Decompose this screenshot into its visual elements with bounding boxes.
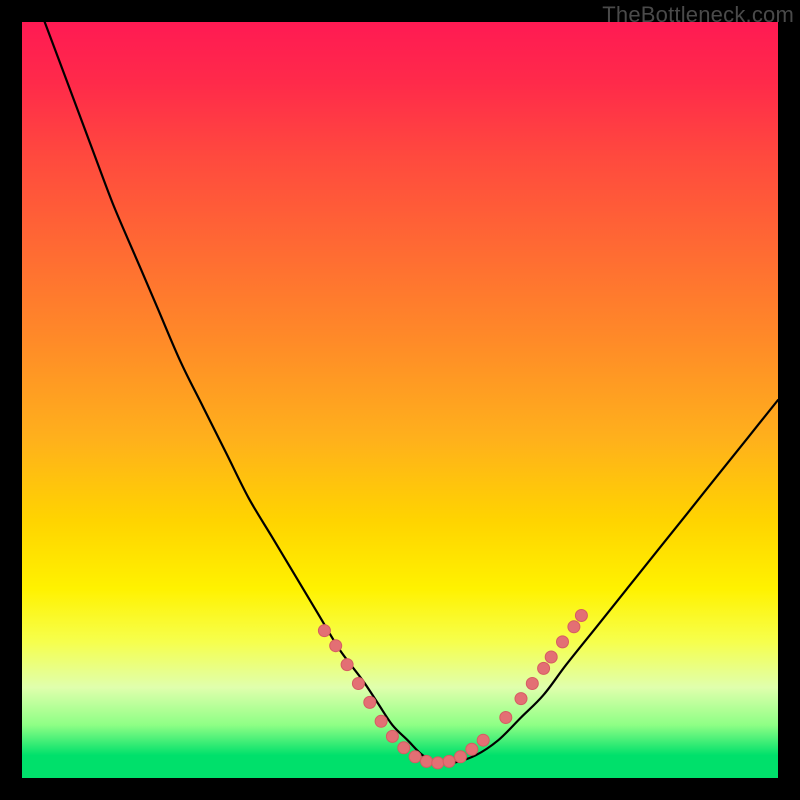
curve-marker (318, 625, 330, 637)
chart-frame (22, 22, 778, 778)
curve-marker (477, 734, 489, 746)
curve-marker (526, 678, 538, 690)
curve-marker (545, 651, 557, 663)
curve-marker (330, 640, 342, 652)
curve-marker (364, 696, 376, 708)
curve-marker (515, 693, 527, 705)
curve-marker (398, 742, 410, 754)
curve-marker (466, 743, 478, 755)
curve-marker (538, 662, 550, 674)
curve-marker (557, 636, 569, 648)
curve-marker (352, 678, 364, 690)
curve-marker (341, 659, 353, 671)
chart-svg (22, 22, 778, 778)
curve-marker (421, 755, 433, 767)
curve-marker (568, 621, 580, 633)
curve-marker (375, 715, 387, 727)
curve-marker (500, 712, 512, 724)
curve-marker (575, 610, 587, 622)
bottleneck-curve (45, 22, 778, 764)
curve-marker (432, 757, 444, 769)
watermark-text: TheBottleneck.com (602, 2, 794, 28)
curve-marker (409, 751, 421, 763)
curve-marker (443, 755, 455, 767)
curve-marker (455, 751, 467, 763)
curve-marker (386, 730, 398, 742)
